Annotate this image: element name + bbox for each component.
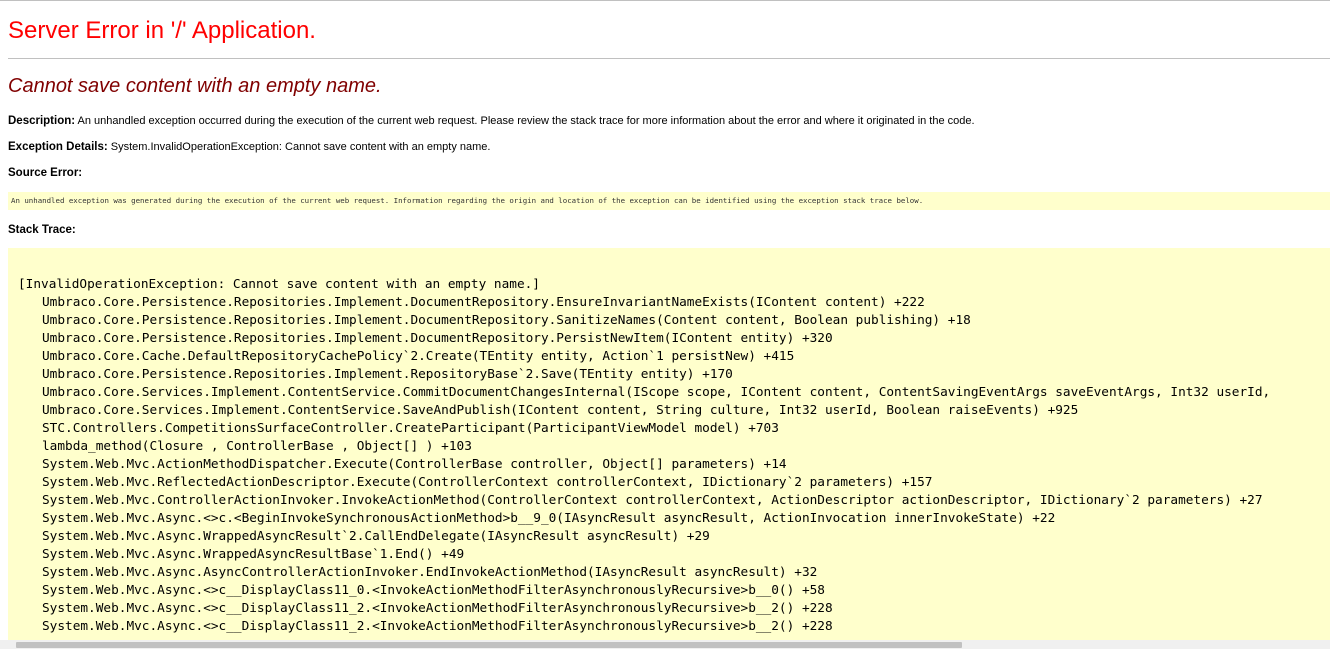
stack-trace-frame: System.Web.Mvc.Async.<>c__DisplayClass11… (42, 619, 833, 634)
stack-trace-text: [InvalidOperationException: Cannot save … (18, 276, 1270, 636)
stack-trace-frame: System.Web.Mvc.Async.AsyncControllerActi… (42, 565, 818, 580)
stack-trace-frame: System.Web.Mvc.Async.WrappedAsyncResultB… (42, 547, 465, 562)
stack-trace-frame: System.Web.Mvc.Async.<>c.<BeginInvokeSyn… (42, 511, 1056, 526)
page-title: Server Error in '/' Application. (8, 17, 316, 44)
stack-trace-frame: lambda_method(Closure , ControllerBase ,… (42, 439, 472, 454)
stack-trace-row: Stack Trace: (8, 224, 76, 236)
stack-trace-label: Stack Trace: (8, 224, 76, 236)
description-text: An unhandled exception occurred during t… (75, 115, 975, 127)
source-error-box: An unhandled exception was generated dur… (8, 192, 1330, 210)
stack-trace-frame: Umbraco.Core.Persistence.Repositories.Im… (42, 313, 971, 328)
stack-trace-frame: Umbraco.Core.Cache.DefaultRepositoryCach… (42, 349, 795, 364)
stack-trace-frame: STC.Controllers.CompetitionsSurfaceContr… (42, 421, 779, 436)
horizontal-scrollbar[interactable] (0, 640, 1330, 649)
stack-trace-frame: Umbraco.Core.Persistence.Repositories.Im… (42, 367, 733, 382)
exception-details-label: Exception Details: (8, 141, 108, 153)
stack-trace-frame: System.Web.Mvc.Async.<>c__DisplayClass11… (42, 601, 833, 616)
stack-trace-frame: System.Web.Mvc.Async.<>c__DisplayClass11… (42, 583, 825, 598)
title-divider (8, 58, 1330, 59)
exception-details-row: Exception Details: System.InvalidOperati… (8, 141, 490, 153)
stack-trace-frame: Umbraco.Core.Persistence.Repositories.Im… (42, 331, 833, 346)
stack-trace-frame: System.Web.Mvc.ReflectedActionDescriptor… (42, 475, 933, 490)
source-error-label: Source Error: (8, 167, 83, 179)
scrollbar-thumb[interactable] (16, 642, 962, 648)
source-error-row: Source Error: (8, 167, 82, 179)
stack-trace-frame: System.Web.Mvc.ActionMethodDispatcher.Ex… (42, 457, 787, 472)
stack-trace-frame: System.Web.Mvc.Async.WrappedAsyncResult`… (42, 529, 710, 544)
exception-details-text: System.InvalidOperationException: Cannot… (107, 141, 491, 153)
stack-trace-frame: Umbraco.Core.Services.Implement.ContentS… (42, 403, 1079, 418)
stack-trace-exception-line: [InvalidOperationException: Cannot save … (18, 277, 540, 292)
stack-trace-frame: Umbraco.Core.Persistence.Repositories.Im… (42, 295, 925, 310)
top-divider (0, 0, 1330, 1)
description-label: Description: (8, 115, 76, 127)
error-message: Cannot save content with an empty name. (8, 75, 382, 97)
stack-trace-frame: System.Web.Mvc.ControllerActionInvoker.I… (42, 493, 1263, 508)
stack-trace-box: [InvalidOperationException: Cannot save … (8, 248, 1330, 640)
description-row: Description: An unhandled exception occu… (8, 115, 975, 127)
stack-trace-frame: Umbraco.Core.Services.Implement.ContentS… (42, 385, 1271, 400)
